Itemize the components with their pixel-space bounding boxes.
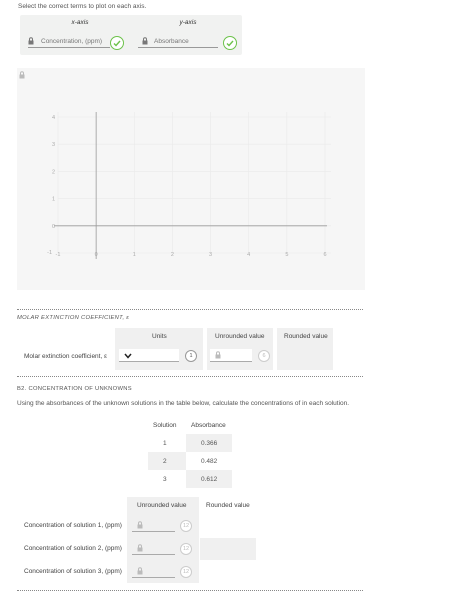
lock-icon	[28, 37, 34, 45]
unrounded-value-input[interactable]	[210, 349, 252, 362]
lock-icon	[137, 567, 143, 575]
divider	[17, 309, 363, 310]
sig-figs-badge: 12	[180, 520, 192, 532]
b2-section-heading: B2. CONCENTRATION OF UNKNOWNS	[17, 386, 132, 392]
axis-instruction: Select the correct terms to plot on each…	[18, 3, 147, 10]
y-axis-header: y-axis	[179, 19, 197, 26]
x-axis-value: Concentration, (ppm)	[41, 38, 103, 45]
x-tick-label: 1	[133, 252, 136, 258]
table-row	[148, 452, 186, 470]
chevron-down-icon	[124, 353, 132, 359]
divider	[17, 590, 363, 591]
sig-figs-badge: 12	[180, 566, 192, 578]
table-cell-solution: 1	[163, 440, 167, 447]
x-tick-label: -1	[56, 252, 61, 258]
y-tick-label: -1	[47, 250, 52, 256]
sig-figs-badge: 6	[258, 350, 270, 362]
lock-icon	[137, 544, 143, 552]
b2-instruction: Using the absorbances of the unknown sol…	[17, 400, 350, 407]
y-tick-label: 3	[52, 142, 55, 148]
plot-panel: -1 0 1 2 3 4 5 6 0 1 2 3 4 -1	[17, 68, 365, 290]
x-axis-select[interactable]: Concentration, (ppm)	[28, 35, 110, 48]
divider	[17, 376, 363, 377]
conc-2-unrounded-input[interactable]	[132, 542, 175, 555]
conc-row-label: Concentration of solution 2, (ppm)	[24, 545, 122, 552]
table-header-solution: Solution	[153, 422, 177, 429]
conc-row-label: Concentration of solution 3, (ppm)	[24, 568, 122, 575]
table-cell-absorbance: 0.612	[201, 476, 218, 483]
x-tick-label: 3	[209, 252, 212, 258]
lock-icon	[215, 351, 221, 359]
x-tick-label: 5	[285, 252, 288, 258]
molar-row-label: Molar extinction coefficient, ε	[24, 353, 107, 360]
conc-3-unrounded-input[interactable]	[132, 565, 175, 578]
axis-select-panel: x-axis y-axis Concentration, (ppm) Absor…	[20, 15, 242, 55]
sig-figs-badge: 12	[180, 543, 192, 555]
table-cell-solution: 2	[163, 458, 167, 465]
unrounded-header: Unrounded value	[215, 333, 265, 340]
lock-icon	[142, 37, 148, 45]
x-tick-label: 4	[247, 252, 250, 258]
table-cell-absorbance: 0.366	[201, 440, 218, 447]
table-cell-solution: 3	[163, 476, 167, 483]
lock-icon	[137, 521, 143, 529]
y-axis-correct-check-icon	[223, 36, 237, 50]
x-tick-label: 2	[171, 252, 174, 258]
y-tick-label: 2	[52, 169, 55, 175]
y-axis-select[interactable]: Absorbance	[138, 35, 218, 48]
table-header-absorbance: Absorbance	[191, 422, 226, 429]
conc-unrounded-header: Unrounded value	[137, 502, 187, 509]
conc-rounded-header: Rounded value	[206, 502, 250, 509]
units-dropdown[interactable]	[119, 349, 179, 362]
molar-section-heading: MOLAR EXTINCTION COEFFICIENT, ε	[17, 315, 130, 321]
y-tick-label: 4	[52, 115, 55, 121]
rounded-header: Rounded value	[284, 333, 328, 340]
plot-area[interactable]: -1 0 1 2 3 4 5 6 0 1 2 3 4 -1	[17, 68, 365, 290]
x-tick-label: 6	[323, 252, 326, 258]
conc-1-unrounded-input[interactable]	[132, 519, 175, 532]
units-sig-badge: 1	[185, 350, 197, 362]
units-header: Units	[152, 333, 167, 340]
y-tick-label: 1	[52, 197, 55, 203]
table-cell-absorbance: 0.482	[201, 458, 218, 465]
y-axis-value: Absorbance	[154, 38, 189, 45]
conc-row-label: Concentration of solution 1, (ppm)	[24, 522, 122, 529]
x-axis-header: x-axis	[71, 19, 89, 26]
y-tick-label: 0	[52, 224, 55, 230]
x-axis-correct-check-icon	[110, 36, 124, 50]
x-tick-label: 0	[95, 252, 98, 258]
rounded-cell-bg	[200, 538, 256, 560]
